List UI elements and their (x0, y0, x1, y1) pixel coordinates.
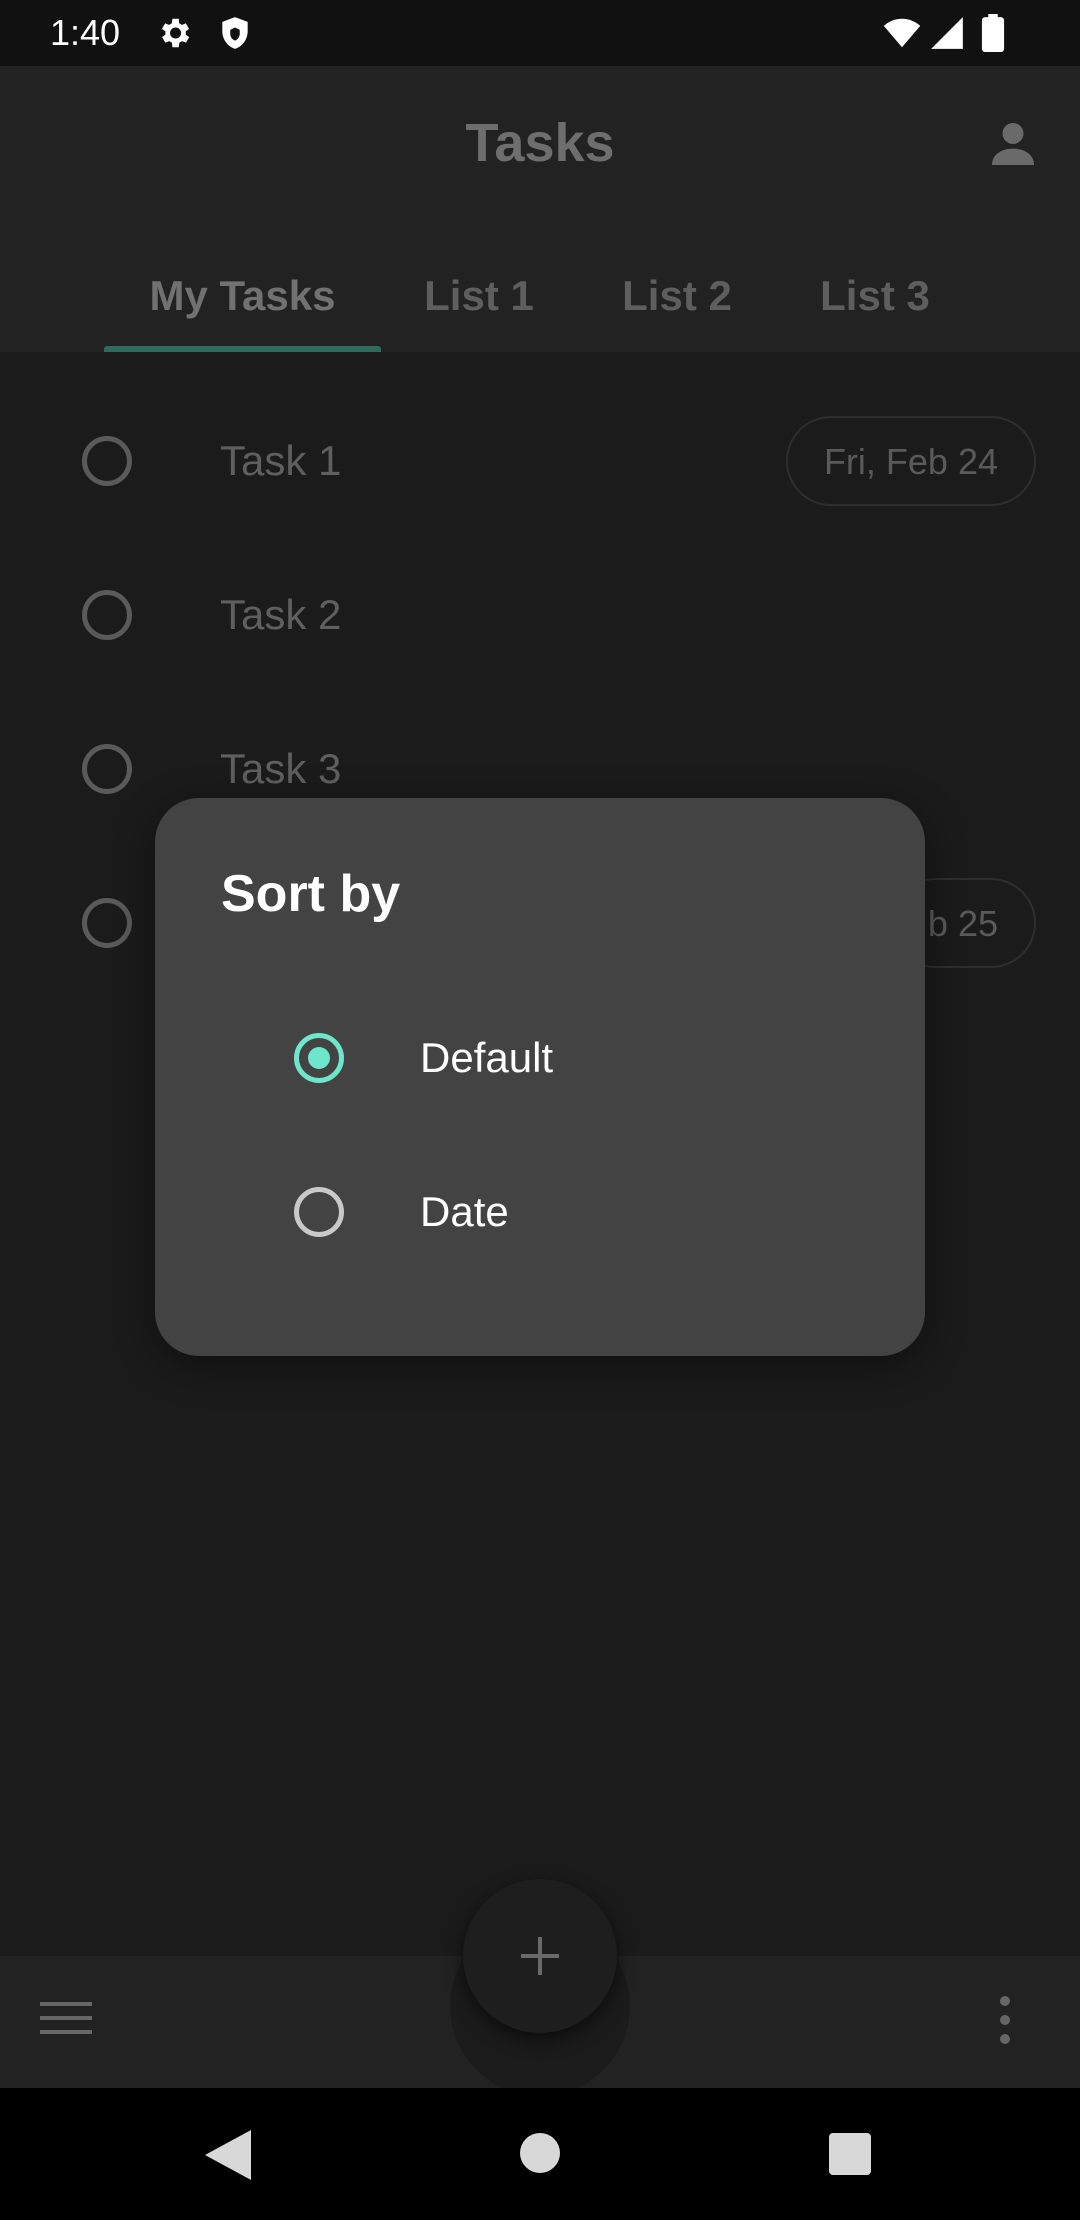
status-bar: 1:40 (0, 0, 1080, 66)
home-icon[interactable] (520, 2133, 560, 2173)
add-icon (521, 1937, 559, 1975)
sort-option-date[interactable]: Date (155, 1142, 925, 1282)
tab-my-tasks[interactable]: My Tasks (104, 246, 381, 352)
option-label: Default (420, 1034, 554, 1081)
add-task-fab[interactable] (463, 1879, 617, 2033)
radio-unselected[interactable] (294, 1187, 344, 1237)
settings-icon (161, 18, 190, 48)
task-title: Task 2 (220, 591, 342, 638)
task-checkbox[interactable] (82, 436, 132, 486)
tab-list-2[interactable]: List 2 (602, 246, 752, 352)
tab-indicator (104, 346, 381, 352)
tab-list-3[interactable]: List 3 (800, 246, 950, 352)
task-due-date-chip[interactable]: Fri, Feb 24 (785, 416, 1036, 506)
wifi-icon (883, 18, 921, 48)
task-title: Task 3 (220, 745, 342, 792)
task-checkbox[interactable] (82, 590, 132, 640)
tab-list-1[interactable]: List 1 (404, 246, 554, 352)
option-label: Date (420, 1188, 509, 1235)
status-time: 1:40 (50, 12, 121, 53)
signal-icon (931, 17, 963, 49)
shield-icon (222, 17, 248, 49)
task-title: Task 1 (220, 437, 342, 484)
account-icon[interactable] (985, 116, 1041, 172)
app-bar: Tasks My Tasks List 1 List 2 List 3 (0, 66, 1080, 352)
dialog-title: Sort by (221, 865, 401, 923)
task-row[interactable]: Task 2 (0, 540, 1080, 690)
recents-icon[interactable] (829, 2133, 871, 2175)
sort-option-default[interactable]: Default (155, 988, 925, 1128)
screen: 1:40 Tasks My Tasks List 1 List 2 List 3… (0, 0, 1080, 2220)
sort-dialog: Sort by Default Date (155, 798, 925, 1356)
task-checkbox[interactable] (82, 744, 132, 794)
menu-icon[interactable] (40, 1998, 92, 2038)
app-title: Tasks (465, 113, 615, 173)
radio-selected[interactable] (294, 1033, 344, 1083)
more-vert-icon[interactable] (995, 1995, 1015, 2045)
battery-icon (981, 14, 1005, 52)
task-row[interactable]: Task 1 Fri, Feb 24 (0, 386, 1080, 536)
task-checkbox[interactable] (82, 898, 132, 948)
tab-bar: My Tasks List 1 List 2 List 3 (0, 246, 1080, 352)
back-icon[interactable] (205, 2130, 251, 2180)
